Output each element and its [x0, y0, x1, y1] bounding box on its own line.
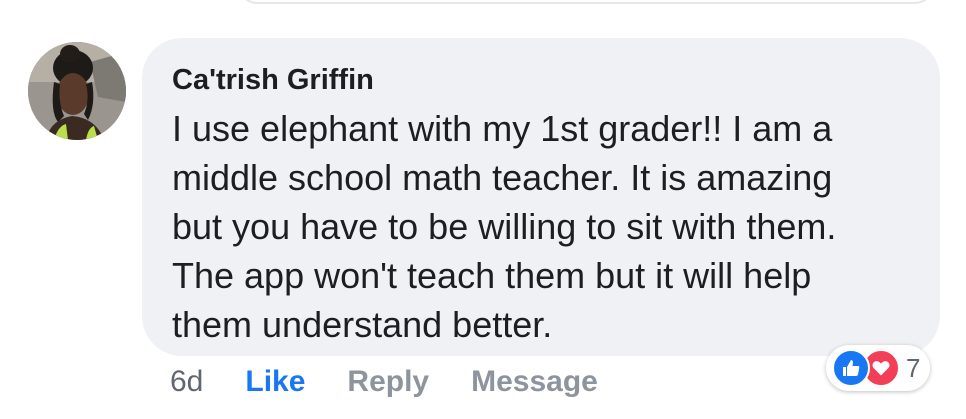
- comment-bubble: Ca'trish Griffin I use elephant with my …: [142, 38, 940, 356]
- like-button[interactable]: Like: [245, 365, 305, 399]
- comment-author[interactable]: Ca'trish Griffin: [172, 62, 374, 98]
- reply-button[interactable]: Reply: [347, 365, 429, 399]
- comment-thread: Ca'trish Griffin I use elephant with my …: [0, 0, 966, 419]
- comment-timestamp[interactable]: 6d: [170, 365, 203, 399]
- message-button[interactable]: Message: [471, 365, 598, 399]
- comment-actions: 6d Like Reply Message: [170, 362, 640, 402]
- avatar[interactable]: [28, 42, 126, 140]
- comment-text: I use elephant with my 1st grader!! I am…: [172, 108, 837, 345]
- thumbs-up-icon: [832, 349, 870, 387]
- previous-comment-bubble: [236, 0, 936, 4]
- reaction-summary[interactable]: 7: [826, 345, 931, 391]
- profile-photo-icon: [28, 42, 126, 140]
- reaction-count: 7: [906, 353, 921, 383]
